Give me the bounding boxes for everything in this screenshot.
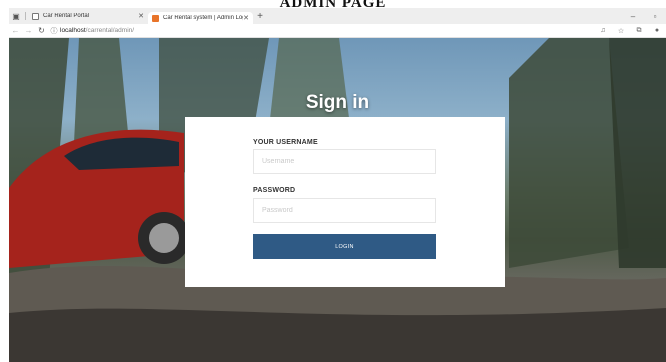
minimize-icon[interactable]: –	[622, 12, 644, 21]
rock-foreground	[9, 308, 666, 362]
tab-bar: ▣ Car Rental Portal ✕ Car Rental system …	[9, 8, 666, 24]
tab-separator	[25, 12, 26, 20]
tab-admin-login[interactable]: Car Rental system | Admin Login ✕	[148, 12, 253, 24]
info-icon[interactable]: ⓘ	[48, 26, 60, 36]
close-icon[interactable]: ✕	[243, 14, 249, 22]
tree-center	[269, 38, 349, 128]
reload-icon[interactable]: ↻	[35, 26, 48, 35]
car-rim	[149, 223, 179, 253]
login-button[interactable]: LOGIN	[253, 234, 436, 259]
tree-right	[609, 38, 666, 268]
tab-label: Car Rental Portal	[43, 13, 90, 19]
username-input[interactable]	[253, 149, 436, 174]
profile-avatar-icon[interactable]: ●	[648, 27, 666, 35]
page-icon	[32, 12, 39, 20]
page-viewport: Sign in YOUR USERNAME PASSWORD LOGIN	[9, 38, 666, 362]
read-aloud-icon[interactable]: ♫	[594, 27, 612, 35]
url-path: /carrental/admin/	[85, 27, 135, 34]
window-controls: – ▫	[622, 12, 666, 21]
password-label: PASSWORD	[253, 187, 296, 194]
address-bar: ← → ↻ ⓘ localhost/carrental/admin/ ♫ ☆ ⧉…	[9, 24, 666, 38]
tab-car-rental-portal[interactable]: Car Rental Portal ✕	[28, 10, 148, 22]
maximize-icon[interactable]: ▫	[644, 12, 666, 21]
workspaces-icon[interactable]: ▣	[9, 12, 23, 21]
favorites-star-icon[interactable]: ☆	[612, 27, 630, 35]
back-arrow-icon[interactable]: ←	[9, 26, 22, 35]
login-card: YOUR USERNAME PASSWORD LOGIN	[185, 117, 505, 287]
new-tab-icon[interactable]: +	[253, 11, 267, 22]
page-title: Sign in	[305, 92, 370, 113]
username-label: YOUR USERNAME	[253, 139, 318, 146]
url-field[interactable]: localhost/carrental/admin/	[60, 27, 134, 34]
site-favicon-icon	[152, 14, 159, 22]
url-host: localhost	[60, 27, 86, 34]
toolbar-icons: ♫ ☆ ⧉ ●	[594, 27, 666, 35]
browser-window: ▣ Car Rental Portal ✕ Car Rental system …	[9, 8, 666, 362]
close-icon[interactable]: ✕	[138, 12, 144, 20]
forward-arrow-icon[interactable]: →	[22, 26, 35, 35]
password-input[interactable]	[253, 198, 436, 223]
collections-icon[interactable]: ⧉	[630, 27, 648, 35]
tab-label: Car Rental system | Admin Login	[163, 15, 244, 21]
